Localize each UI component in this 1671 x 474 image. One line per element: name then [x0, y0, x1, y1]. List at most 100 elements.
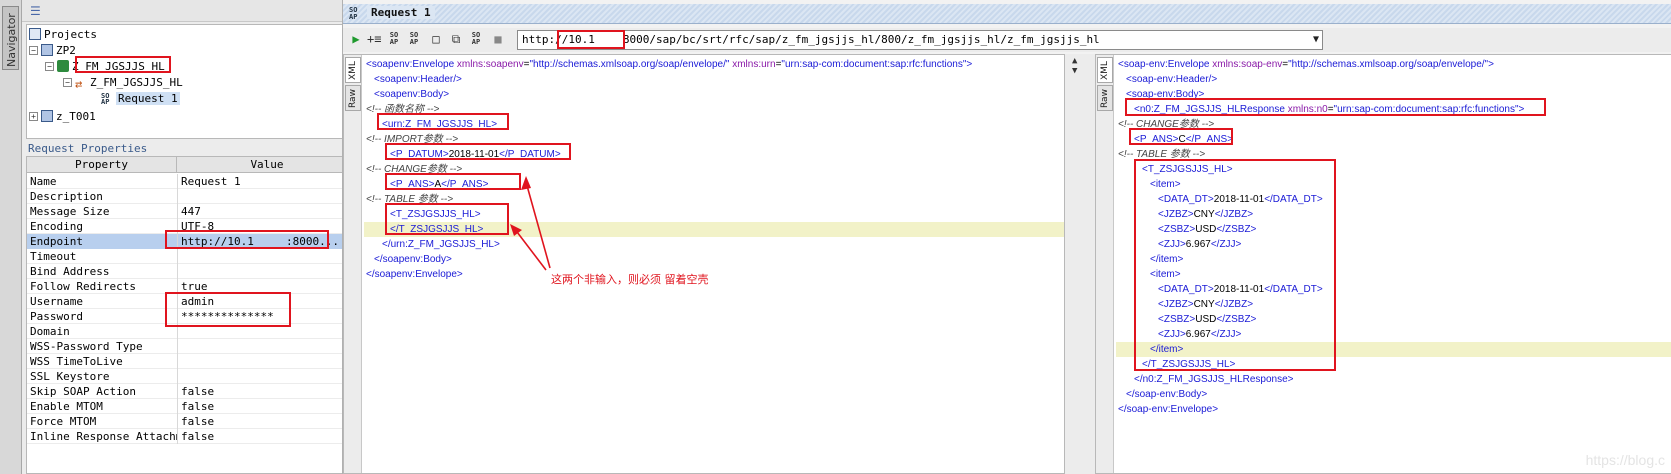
xml-token: <soapenv:Header/> — [374, 74, 462, 85]
property-value[interactable]: false — [177, 429, 355, 444]
collapse-icon[interactable]: − — [45, 62, 54, 71]
xml-line-content: <!-- TABLE 参数 --> — [1116, 149, 1205, 160]
tree-node-zt001[interactable]: + z_T001 — [29, 109, 96, 125]
xml-token: C — [1178, 134, 1186, 145]
stop-icon[interactable]: ■ — [491, 32, 505, 46]
xml-line-content: <soap-env:Envelope xmlns:soap-env="http:… — [1116, 59, 1494, 70]
xml-line-content: <item> — [1116, 269, 1181, 280]
endpoint-suffix: :8000... — [286, 235, 339, 248]
property-value[interactable] — [177, 354, 355, 369]
xml-line-content: <item> — [1116, 179, 1181, 190]
soap-icon[interactable]: SO AP — [469, 32, 483, 46]
property-row[interactable]: WSS-Password Type — [27, 339, 355, 354]
property-row[interactable]: Description — [27, 189, 355, 204]
property-row[interactable]: Bind Address — [27, 264, 355, 279]
tab-raw[interactable]: Raw — [345, 85, 361, 111]
soap-icon[interactable]: SO AP — [407, 32, 421, 46]
property-name: Name — [30, 175, 57, 188]
endpoint-select[interactable]: http://10.1 8000/sap/bc/srt/rfc/sap/z_fm_… — [517, 30, 1323, 50]
xml-line: <item> — [1116, 177, 1671, 192]
square-icon[interactable]: □ — [429, 32, 443, 46]
clone-icon[interactable]: ⧉ — [449, 32, 463, 46]
navigator-tab[interactable]: Navigator — [2, 6, 19, 70]
column-header-value[interactable]: Value — [177, 157, 355, 173]
tab-raw[interactable]: Raw — [1097, 85, 1113, 111]
property-value[interactable]: admin — [177, 294, 355, 309]
add-assertion-icon[interactable]: +≡ — [367, 32, 381, 46]
xml-token: "urn:sap-com:document:sap:rfc:functions"… — [1333, 104, 1525, 115]
property-row[interactable]: Force MTOM false — [27, 414, 355, 429]
xml-line-content: </item> — [1116, 254, 1183, 265]
xml-token: <DATA_DT> — [1158, 284, 1214, 295]
property-row[interactable]: WSS TimeToLive — [27, 354, 355, 369]
xml-token: </P_DATUM> — [499, 149, 561, 160]
property-value[interactable] — [177, 369, 355, 384]
xml-token: <T_ZSJGSJJS_HL> — [390, 209, 481, 220]
property-value[interactable]: UTF-8 — [177, 219, 355, 234]
property-value[interactable]: ************** — [177, 309, 355, 324]
property-row[interactable]: Username admin — [27, 294, 355, 309]
property-row[interactable]: Name Request 1 — [27, 174, 355, 189]
soap-icon[interactable]: SO AP — [387, 32, 401, 46]
xml-line: </soap-env:Body> — [1116, 387, 1671, 402]
property-row[interactable]: SSL Keystore — [27, 369, 355, 384]
scroll-up-icon[interactable]: ▲ — [1072, 56, 1077, 66]
tab-xml[interactable]: XML — [1097, 57, 1113, 83]
editor-splitter[interactable]: ▲ ▼ — [1065, 54, 1095, 474]
property-row[interactable]: Domain — [27, 324, 355, 339]
request-xml[interactable]: <soapenv:Envelope xmlns:soapenv="http://… — [364, 55, 1064, 473]
xml-line-content: <!-- TABLE 参数 --> — [364, 194, 453, 205]
property-row[interactable]: Follow Redirects true — [27, 279, 355, 294]
property-row[interactable]: Timeout — [27, 249, 355, 264]
xml-token: "http://schemas.xmlsoap.org/soap/envelop… — [1288, 59, 1494, 70]
property-row[interactable]: Skip SOAP Action false — [27, 384, 355, 399]
property-row[interactable]: Inline Response Attachm... false — [27, 429, 355, 444]
xml-line: <P_DATUM>2018-11-01</P_DATUM> — [364, 147, 1064, 162]
property-value[interactable]: false — [177, 399, 355, 414]
xml-line-content: <T_ZSJGSJJS_HL> — [1116, 164, 1233, 175]
property-value[interactable] — [177, 339, 355, 354]
property-value[interactable]: false — [177, 384, 355, 399]
property-value-text: UTF-8 — [181, 220, 215, 233]
annotation-note: 这两个非输入，则必须 留着空壳 — [551, 273, 709, 286]
run-icon[interactable]: ▶ — [349, 32, 363, 46]
property-value[interactable]: 447 — [177, 204, 355, 219]
chevron-down-icon[interactable]: ▼ — [1313, 31, 1319, 49]
property-row[interactable]: Encoding UTF-8 — [27, 219, 355, 234]
property-value[interactable] — [177, 249, 355, 264]
xml-line-content: <!-- CHANGE参数 --> — [364, 164, 462, 175]
property-row[interactable]: Message Size 447 — [27, 204, 355, 219]
scroll-down-icon[interactable]: ▼ — [1072, 66, 1077, 76]
xml-line: <!-- CHANGE参数 --> — [1116, 117, 1671, 132]
property-value[interactable]: true — [177, 279, 355, 294]
tree-node-operation[interactable]: − ⇄ Z_FM_JGSJJS_HL — [63, 75, 183, 91]
collapse-icon[interactable]: − — [63, 78, 72, 87]
xml-token: "http://schemas.xmlsoap.org/soap/envelop… — [529, 59, 733, 70]
xml-token: <!-- TABLE 参数 --> — [1118, 149, 1206, 160]
property-row[interactable]: Enable MTOM false — [27, 399, 355, 414]
property-value[interactable]: Request 1 — [177, 174, 355, 189]
tab-xml[interactable]: XML — [345, 57, 361, 83]
xml-token: </JZBZ> — [1214, 299, 1254, 310]
property-value[interactable]: http://10.1:8000... — [177, 234, 355, 249]
property-value[interactable] — [177, 324, 355, 339]
list-view-icon[interactable]: ☰ — [30, 4, 41, 18]
property-row[interactable]: Password ************** — [27, 309, 355, 324]
collapse-icon[interactable]: − — [29, 46, 38, 55]
column-header-property[interactable]: Property — [27, 157, 177, 173]
tree-node-projects[interactable]: Projects — [29, 27, 97, 43]
tree-node-binding[interactable]: − Z_FM_JGSJJS_HL — [45, 59, 165, 75]
expand-icon[interactable]: + — [29, 112, 38, 121]
property-row[interactable]: Endpoint http://10.1:8000... — [27, 234, 355, 249]
property-value[interactable] — [177, 264, 355, 279]
xml-line-content: <!-- CHANGE参数 --> — [1116, 119, 1214, 130]
tree-node-zp2[interactable]: − ZP2 — [29, 43, 76, 59]
property-value[interactable]: false — [177, 414, 355, 429]
response-xml[interactable]: <soap-env:Envelope xmlns:soap-env="http:… — [1116, 55, 1671, 473]
xml-token: <!-- TABLE 参数 --> — [366, 194, 454, 205]
xml-token: xmlns:n0 — [1287, 104, 1328, 115]
endpoint-host: 10.1 — [568, 33, 595, 46]
property-value[interactable] — [177, 189, 355, 204]
tree-node-request[interactable]: SO AP Request 1 — [101, 91, 180, 107]
property-value-text: false — [181, 385, 215, 398]
